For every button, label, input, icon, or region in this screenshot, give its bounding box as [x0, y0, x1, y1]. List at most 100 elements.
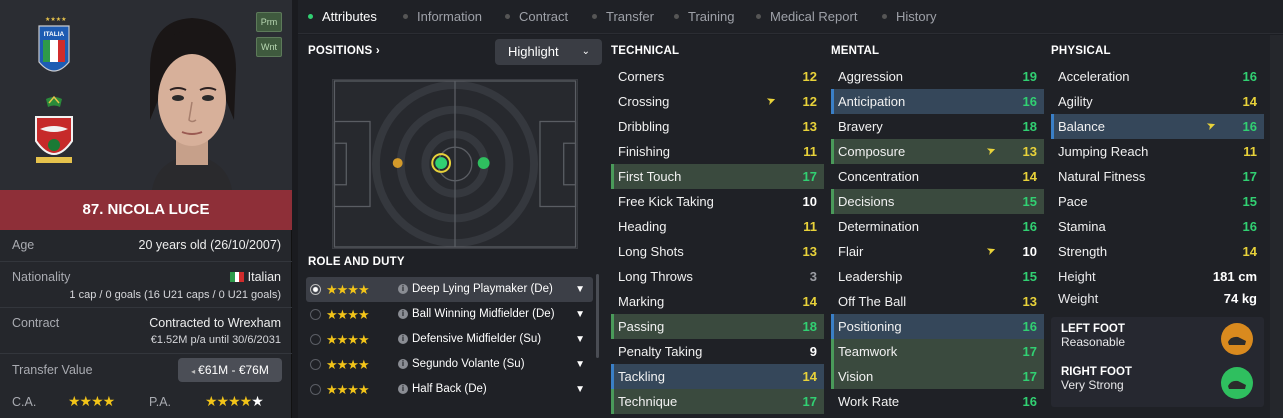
club-crest[interactable] — [32, 95, 76, 167]
attribute-value: 9 — [809, 344, 817, 359]
info-icon[interactable]: i — [398, 284, 408, 294]
info-icon[interactable]: i — [398, 359, 408, 369]
tab-history[interactable]: History — [896, 9, 936, 24]
attribute-name: Crossing — [618, 94, 670, 109]
role-radio[interactable] — [310, 384, 321, 395]
role-item[interactable]: ★★★★ i Defensive Midfielder (Su) ▼ — [306, 327, 593, 352]
pa-stars[interactable]: ★★★★★ — [205, 393, 264, 410]
position-marker-natural[interactable] — [477, 157, 490, 169]
right-foot: RIGHT FOOT Very Strong — [1061, 366, 1132, 392]
chevron-down-icon[interactable]: ▼ — [575, 352, 585, 377]
attribute-row[interactable]: Penalty Taking 9 — [611, 339, 824, 364]
attribute-row[interactable]: Corners 12 — [611, 64, 824, 89]
left-foot-value: Reasonable — [1061, 335, 1126, 349]
attribute-row[interactable]: Balance 16 ➤ — [1051, 114, 1264, 139]
attribute-row[interactable]: Positioning 16 — [831, 314, 1044, 339]
attribute-name: Determination — [838, 219, 919, 234]
mental-attributes: Aggression 19 Anticipation 16 Bravery 18 Compo… — [831, 64, 1044, 414]
attribute-row[interactable]: Aggression 19 — [831, 64, 1044, 89]
role-radio[interactable] — [310, 284, 321, 295]
attribute-row[interactable]: Technique 17 — [611, 389, 824, 414]
attribute-value: 16 — [1022, 219, 1037, 234]
national-team-emblem[interactable]: ★★★★ ITALIA — [37, 12, 71, 82]
attribute-row[interactable]: Off The Ball 13 — [831, 289, 1044, 314]
attribute-row[interactable]: Heading 11 — [611, 214, 824, 239]
attribute-row[interactable]: Flair 10 ➤ — [831, 239, 1044, 264]
pa-label: P.A. — [149, 395, 172, 409]
attribute-row[interactable]: Decisions 15 — [831, 189, 1044, 214]
tab-transfer[interactable]: Transfer — [606, 9, 654, 24]
chevron-down-icon[interactable]: ▼ — [575, 302, 585, 327]
tab-training[interactable]: Training — [688, 9, 734, 24]
nationality-value[interactable]: Italian — [229, 270, 281, 284]
attribute-row[interactable]: Long Throws 3 — [611, 264, 824, 289]
chevron-down-icon[interactable]: ▼ — [575, 327, 585, 352]
attribute-row[interactable]: Free Kick Taking 10 — [611, 189, 824, 214]
attribute-row[interactable]: Work Rate 16 — [831, 389, 1044, 414]
attribute-value: 12 — [802, 94, 817, 109]
progress-arrow-icon: ➤ — [764, 93, 778, 109]
attribute-row[interactable]: Vision 17 — [831, 364, 1044, 389]
attribute-name: Long Throws — [618, 269, 693, 284]
attribute-row[interactable]: Crossing 12 ➤ — [611, 89, 824, 114]
role-scrollbar[interactable] — [596, 274, 599, 358]
ca-stars-filled: ★★★★ — [68, 393, 115, 409]
attribute-row[interactable]: Concentration 14 — [831, 164, 1044, 189]
attribute-row[interactable]: Acceleration 16 — [1051, 64, 1264, 89]
tab-attributes[interactable]: Attributes — [322, 9, 377, 24]
position-marker-primary[interactable] — [435, 157, 448, 169]
attribute-row[interactable]: Long Shots 13 — [611, 239, 824, 264]
attribute-name: Teamwork — [838, 344, 898, 359]
attribute-row[interactable]: Tackling 14 — [611, 364, 824, 389]
attribute-row[interactable]: Strength 14 — [1051, 239, 1264, 264]
attribute-row[interactable]: Pace 15 — [1051, 189, 1264, 214]
tab-information[interactable]: Information — [417, 9, 482, 24]
weight-row: Weight 74 kg — [1051, 286, 1264, 311]
info-icon[interactable]: i — [398, 309, 408, 319]
attribute-name: Strength — [1058, 244, 1108, 259]
tab-dot — [756, 14, 761, 19]
role-item[interactable]: ★★★★ i Half Back (De) ▼ — [306, 377, 593, 402]
attribute-value: 16 — [1242, 69, 1257, 84]
role-item[interactable]: ★★★★ i Ball Winning Midfielder (De) ▼ — [306, 302, 593, 327]
info-icon[interactable]: i — [398, 384, 408, 394]
attribute-row[interactable]: Determination 16 — [831, 214, 1044, 239]
attribute-row[interactable]: Anticipation 16 — [831, 89, 1044, 114]
role-list: ★★★★ i Deep Lying Playmaker (De) ▼ ★★★★ i Bal… — [306, 277, 593, 402]
attribute-row[interactable]: Jumping Reach 11 — [1051, 139, 1264, 164]
ca-stars[interactable]: ★★★★ — [68, 393, 115, 410]
attribute-value: 17 — [1022, 344, 1037, 359]
tab-dot — [592, 14, 597, 19]
position-marker-secondary[interactable] — [392, 158, 403, 168]
chevron-down-icon[interactable]: ▼ — [575, 277, 585, 302]
attribute-row[interactable]: Dribbling 13 — [611, 114, 824, 139]
attribute-row[interactable]: Marking 14 — [611, 289, 824, 314]
role-radio[interactable] — [310, 309, 321, 320]
transfer-value-button[interactable]: ◂ €61M - €76M — [178, 358, 282, 382]
highlight-dropdown[interactable]: Highlight ⌄ — [495, 39, 602, 65]
attribute-row[interactable]: First Touch 17 — [611, 164, 824, 189]
attribute-row[interactable]: Finishing 11 — [611, 139, 824, 164]
tag-prm[interactable]: Prm — [256, 12, 282, 32]
attribute-row[interactable]: Leadership 15 — [831, 264, 1044, 289]
attribute-row[interactable]: Bravery 18 — [831, 114, 1044, 139]
role-item[interactable]: ★★★★ i Segundo Volante (Su) ▼ — [306, 352, 593, 377]
attribute-row[interactable]: Passing 18 — [611, 314, 824, 339]
attribute-row[interactable]: Stamina 16 — [1051, 214, 1264, 239]
info-icon[interactable]: i — [398, 334, 408, 344]
attribute-row[interactable]: Agility 14 — [1051, 89, 1264, 114]
role-radio[interactable] — [310, 334, 321, 345]
nationality-text: Italian — [247, 270, 281, 284]
positions-link[interactable]: POSITIONS › — [308, 45, 380, 57]
role-radio[interactable] — [310, 359, 321, 370]
role-name: Defensive Midfielder (Su) — [412, 333, 542, 345]
tab-contract[interactable]: Contract — [519, 9, 568, 24]
tab-medical-report[interactable]: Medical Report — [770, 9, 857, 24]
attribute-row[interactable]: Natural Fitness 17 — [1051, 164, 1264, 189]
tag-wnt[interactable]: Wnt — [256, 37, 282, 57]
attribute-row[interactable]: Composure 13 ➤ — [831, 139, 1044, 164]
chevron-down-icon[interactable]: ▼ — [575, 377, 585, 402]
role-stars: ★★★★ — [326, 382, 370, 397]
role-item[interactable]: ★★★★ i Deep Lying Playmaker (De) ▼ — [306, 277, 593, 302]
attribute-row[interactable]: Teamwork 17 — [831, 339, 1044, 364]
